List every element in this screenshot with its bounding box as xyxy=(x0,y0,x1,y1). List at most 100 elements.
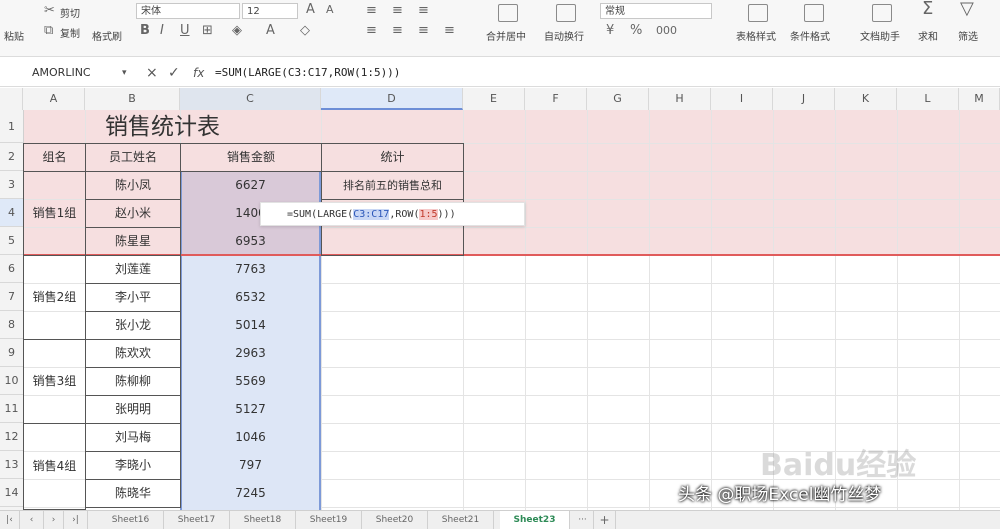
employee-name[interactable]: 张小龙 xyxy=(85,311,181,340)
merge-button[interactable]: 合并居中 xyxy=(486,28,526,43)
font-name-select[interactable]: 宋体 xyxy=(136,3,240,19)
align-top-icon[interactable]: ≡ xyxy=(366,4,377,18)
row-header[interactable]: 1 xyxy=(0,110,23,143)
header-group[interactable]: 组名 xyxy=(23,143,86,172)
column-header[interactable]: A xyxy=(23,88,85,110)
row-header[interactable]: 10 xyxy=(0,367,23,395)
tab-first-icon[interactable]: |‹ xyxy=(0,511,20,529)
cancel-icon[interactable]: × xyxy=(146,64,158,82)
stat-cell[interactable]: 排名前五的销售总和 xyxy=(321,171,464,200)
employee-name[interactable]: 陈小凤 xyxy=(85,171,181,200)
employee-name[interactable]: 陈晓华 xyxy=(85,479,181,508)
header-stat[interactable]: 统计 xyxy=(321,143,464,172)
sales-amount[interactable]: 7763 xyxy=(180,255,321,283)
sales-amount[interactable]: 5127 xyxy=(180,395,321,423)
table-style-button[interactable]: 表格样式 xyxy=(736,28,776,43)
row-header[interactable]: 13 xyxy=(0,451,23,479)
align-bottom-icon[interactable]: ≡ xyxy=(418,4,429,18)
border-icon[interactable]: ⊞ xyxy=(202,24,213,38)
align-left-icon[interactable]: ≡ xyxy=(366,24,377,38)
italic-icon[interactable]: I xyxy=(160,24,164,38)
row-header[interactable]: 7 xyxy=(0,283,23,311)
copy-icon[interactable]: ⧉ xyxy=(44,24,53,38)
font-grow-icon[interactable]: A xyxy=(306,3,315,17)
cond-format-button[interactable]: 条件格式 xyxy=(790,28,830,43)
wrap-icon[interactable] xyxy=(556,4,576,22)
currency-icon[interactable]: ¥ xyxy=(606,24,614,38)
copy-button[interactable]: 复制 xyxy=(60,25,80,40)
formula-edit-popup[interactable]: =SUM(LARGE(C3:C17,ROW(1:5))) xyxy=(260,202,525,226)
group-cell[interactable]: 销售4组 xyxy=(23,423,86,510)
bold-icon[interactable]: B xyxy=(140,24,150,38)
eraser-icon[interactable]: ◇ xyxy=(300,24,310,38)
sheet-tab[interactable]: Sheet17 xyxy=(164,511,230,529)
sales-amount[interactable]: 6532 xyxy=(180,283,321,311)
row-header[interactable]: 4 xyxy=(0,199,23,227)
add-sheet-button[interactable]: + xyxy=(594,511,616,529)
column-header[interactable]: M xyxy=(959,88,1000,110)
filter-button[interactable]: 筛选 xyxy=(958,28,978,43)
sales-amount[interactable]: 6953 xyxy=(180,227,321,255)
percent-icon[interactable]: % xyxy=(630,24,642,38)
thousands-icon[interactable]: 000 xyxy=(656,24,677,38)
column-header[interactable]: B xyxy=(85,88,180,110)
sheet-tab[interactable]: Sheet16 xyxy=(98,511,164,529)
column-header[interactable]: F xyxy=(525,88,587,110)
row-header[interactable]: 5 xyxy=(0,227,23,255)
sum-icon[interactable]: Σ xyxy=(922,0,933,18)
sheet-tab[interactable]: Sheet19 xyxy=(296,511,362,529)
justify-icon[interactable]: ≡ xyxy=(444,24,455,38)
header-name[interactable]: 员工姓名 xyxy=(85,143,181,172)
employee-name[interactable]: 刘马梅 xyxy=(85,423,181,452)
font-color-icon[interactable]: A xyxy=(266,24,275,38)
column-header[interactable]: D xyxy=(321,88,463,110)
underline-icon[interactable]: U xyxy=(180,24,190,38)
sheet-tab[interactable]: Sheet18 xyxy=(230,511,296,529)
fill-color-icon[interactable]: ◈ xyxy=(232,24,242,38)
align-middle-icon[interactable]: ≡ xyxy=(392,4,403,18)
employee-name[interactable]: 刘莲莲 xyxy=(85,255,181,284)
row-header[interactable]: 6 xyxy=(0,255,23,283)
row-header[interactable]: 11 xyxy=(0,395,23,423)
align-right-icon[interactable]: ≡ xyxy=(418,24,429,38)
formula-row-ref[interactable]: 1:5 xyxy=(419,209,438,220)
chevron-down-icon[interactable]: ▾ xyxy=(122,64,127,82)
sheet-tab[interactable]: Sheet21 xyxy=(428,511,494,529)
column-header[interactable]: G xyxy=(587,88,649,110)
scissors-icon[interactable]: ✂ xyxy=(44,4,55,18)
align-center-icon[interactable]: ≡ xyxy=(392,24,403,38)
group-cell[interactable]: 销售2组 xyxy=(23,255,86,340)
table-style-icon[interactable] xyxy=(748,4,768,22)
column-header[interactable]: J xyxy=(773,88,835,110)
group-cell[interactable]: 销售3组 xyxy=(23,339,86,424)
column-header[interactable]: K xyxy=(835,88,897,110)
row-header[interactable]: 9 xyxy=(0,339,23,367)
employee-name[interactable]: 李小平 xyxy=(85,283,181,312)
group-cell[interactable]: 销售1组 xyxy=(23,171,86,256)
row-header[interactable]: 12 xyxy=(0,423,23,451)
select-all-corner[interactable] xyxy=(0,88,23,110)
sales-amount[interactable]: 797 xyxy=(180,451,321,479)
header-amount[interactable]: 销售金额 xyxy=(180,143,322,172)
format-painter-button[interactable]: 格式刷 xyxy=(92,28,122,43)
column-header[interactable]: E xyxy=(463,88,525,110)
cond-format-icon[interactable] xyxy=(804,4,824,22)
number-format-select[interactable]: 常规 xyxy=(600,3,712,19)
paste-button[interactable]: 粘贴 xyxy=(4,28,24,43)
employee-name[interactable]: 陈柳柳 xyxy=(85,367,181,396)
font-size-select[interactable]: 12 xyxy=(242,3,298,19)
wrap-button[interactable]: 自动换行 xyxy=(544,28,584,43)
cut-button[interactable]: 剪切 xyxy=(60,5,80,20)
document-assistant-button[interactable]: 文档助手 xyxy=(860,28,900,43)
column-header[interactable]: L xyxy=(897,88,959,110)
merge-icon[interactable] xyxy=(498,4,518,22)
employee-name[interactable]: 陈欢欢 xyxy=(85,339,181,368)
formula-input[interactable]: =SUM(LARGE(C3:C17,ROW(1:5))) xyxy=(215,64,400,82)
employee-name[interactable]: 张明明 xyxy=(85,395,181,424)
sales-amount[interactable]: 6627 xyxy=(180,171,321,199)
name-box[interactable]: AMORLINC xyxy=(0,64,130,82)
document-assistant-icon[interactable] xyxy=(872,4,892,22)
employee-name[interactable]: 赵小米 xyxy=(85,199,181,228)
sales-amount[interactable]: 5569 xyxy=(180,367,321,395)
row-header[interactable]: 14 xyxy=(0,479,23,507)
